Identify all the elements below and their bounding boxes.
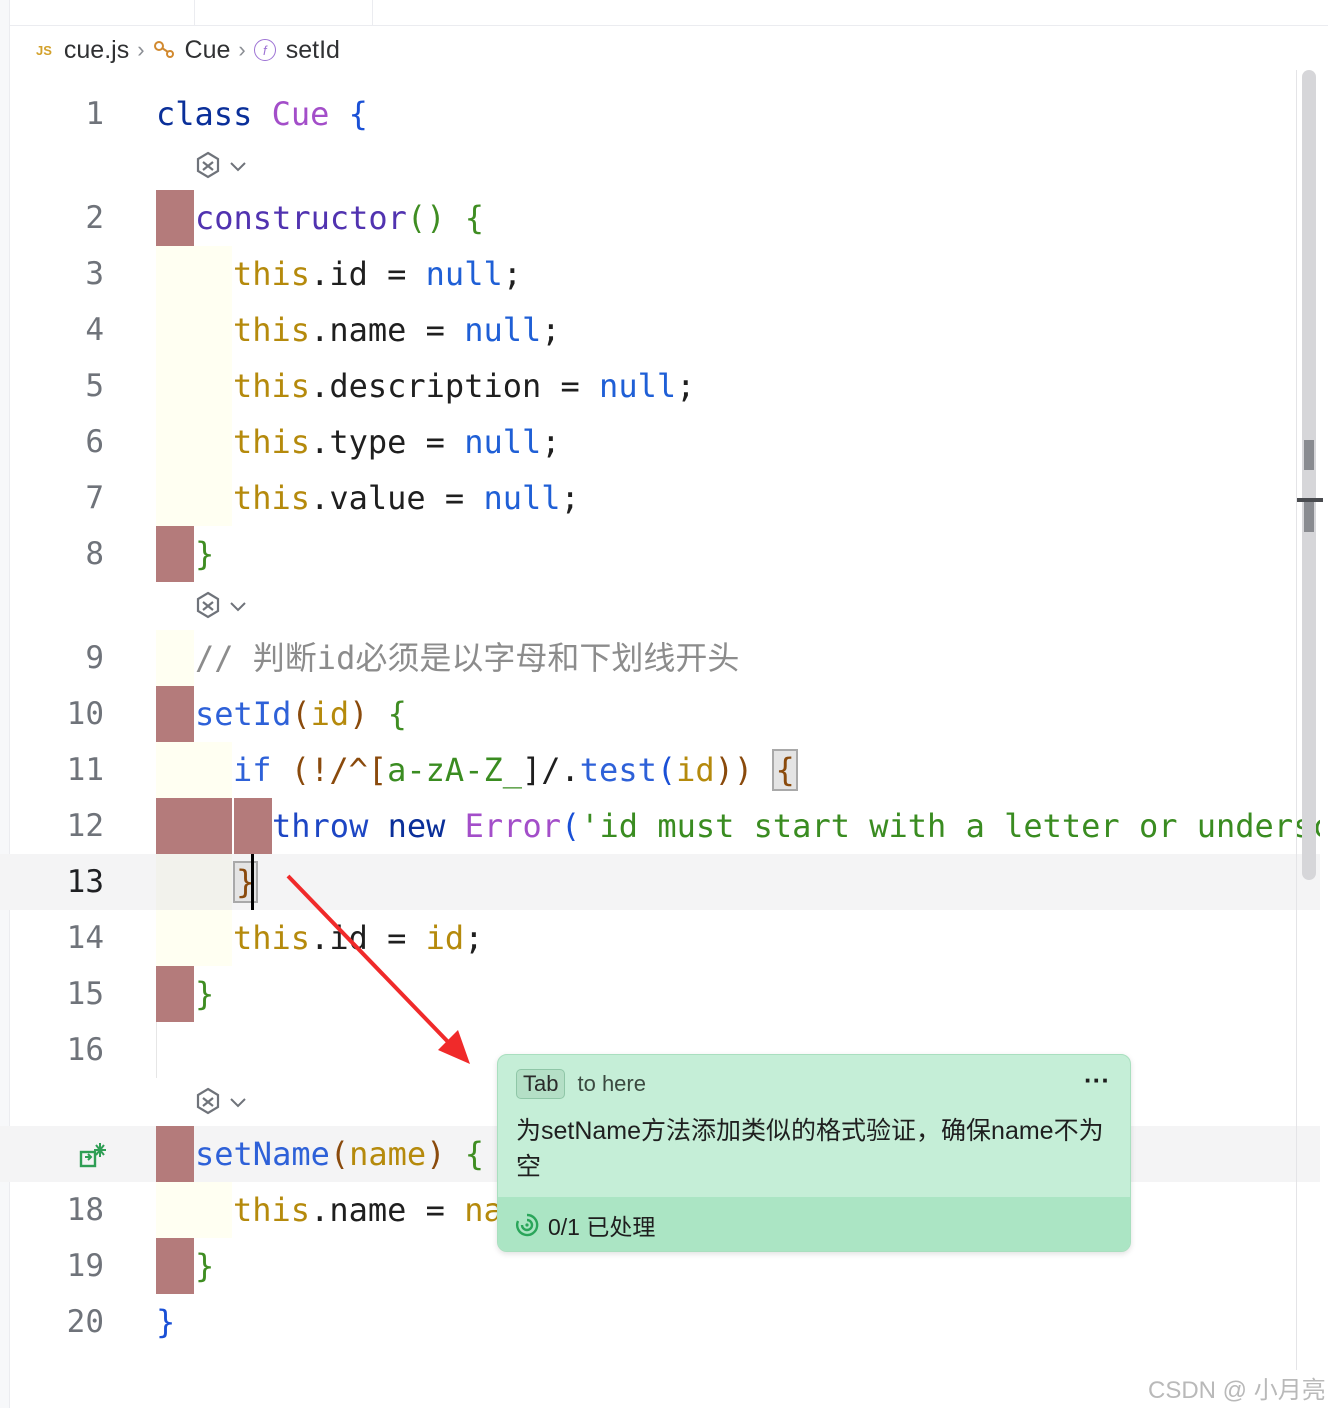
tab-key-badge[interactable]: Tab [516,1069,566,1099]
tab-hint-text: to here [577,1071,646,1096]
popup-footer[interactable]: 0/1 已处理 [498,1197,1130,1251]
watermark: CSDN @ 小月亮 [1148,1377,1326,1404]
suggestion-message: 为setName方法添加类似的格式验证，确保name不为空 [516,1117,1104,1181]
processed-count: 0/1 已处理 [548,1214,656,1240]
code-editor[interactable]: JS cue.js › Cue › f setId 1 class Cue { … [0,0,1342,1408]
ai-spiral-icon [516,1213,539,1237]
ai-suggestion-popup[interactable]: Tab to here ··· 为setName方法添加类似的格式验证，确保na… [497,1054,1131,1252]
popup-header: Tab to here [516,1069,646,1099]
more-options-button[interactable]: ··· [1084,1065,1110,1096]
